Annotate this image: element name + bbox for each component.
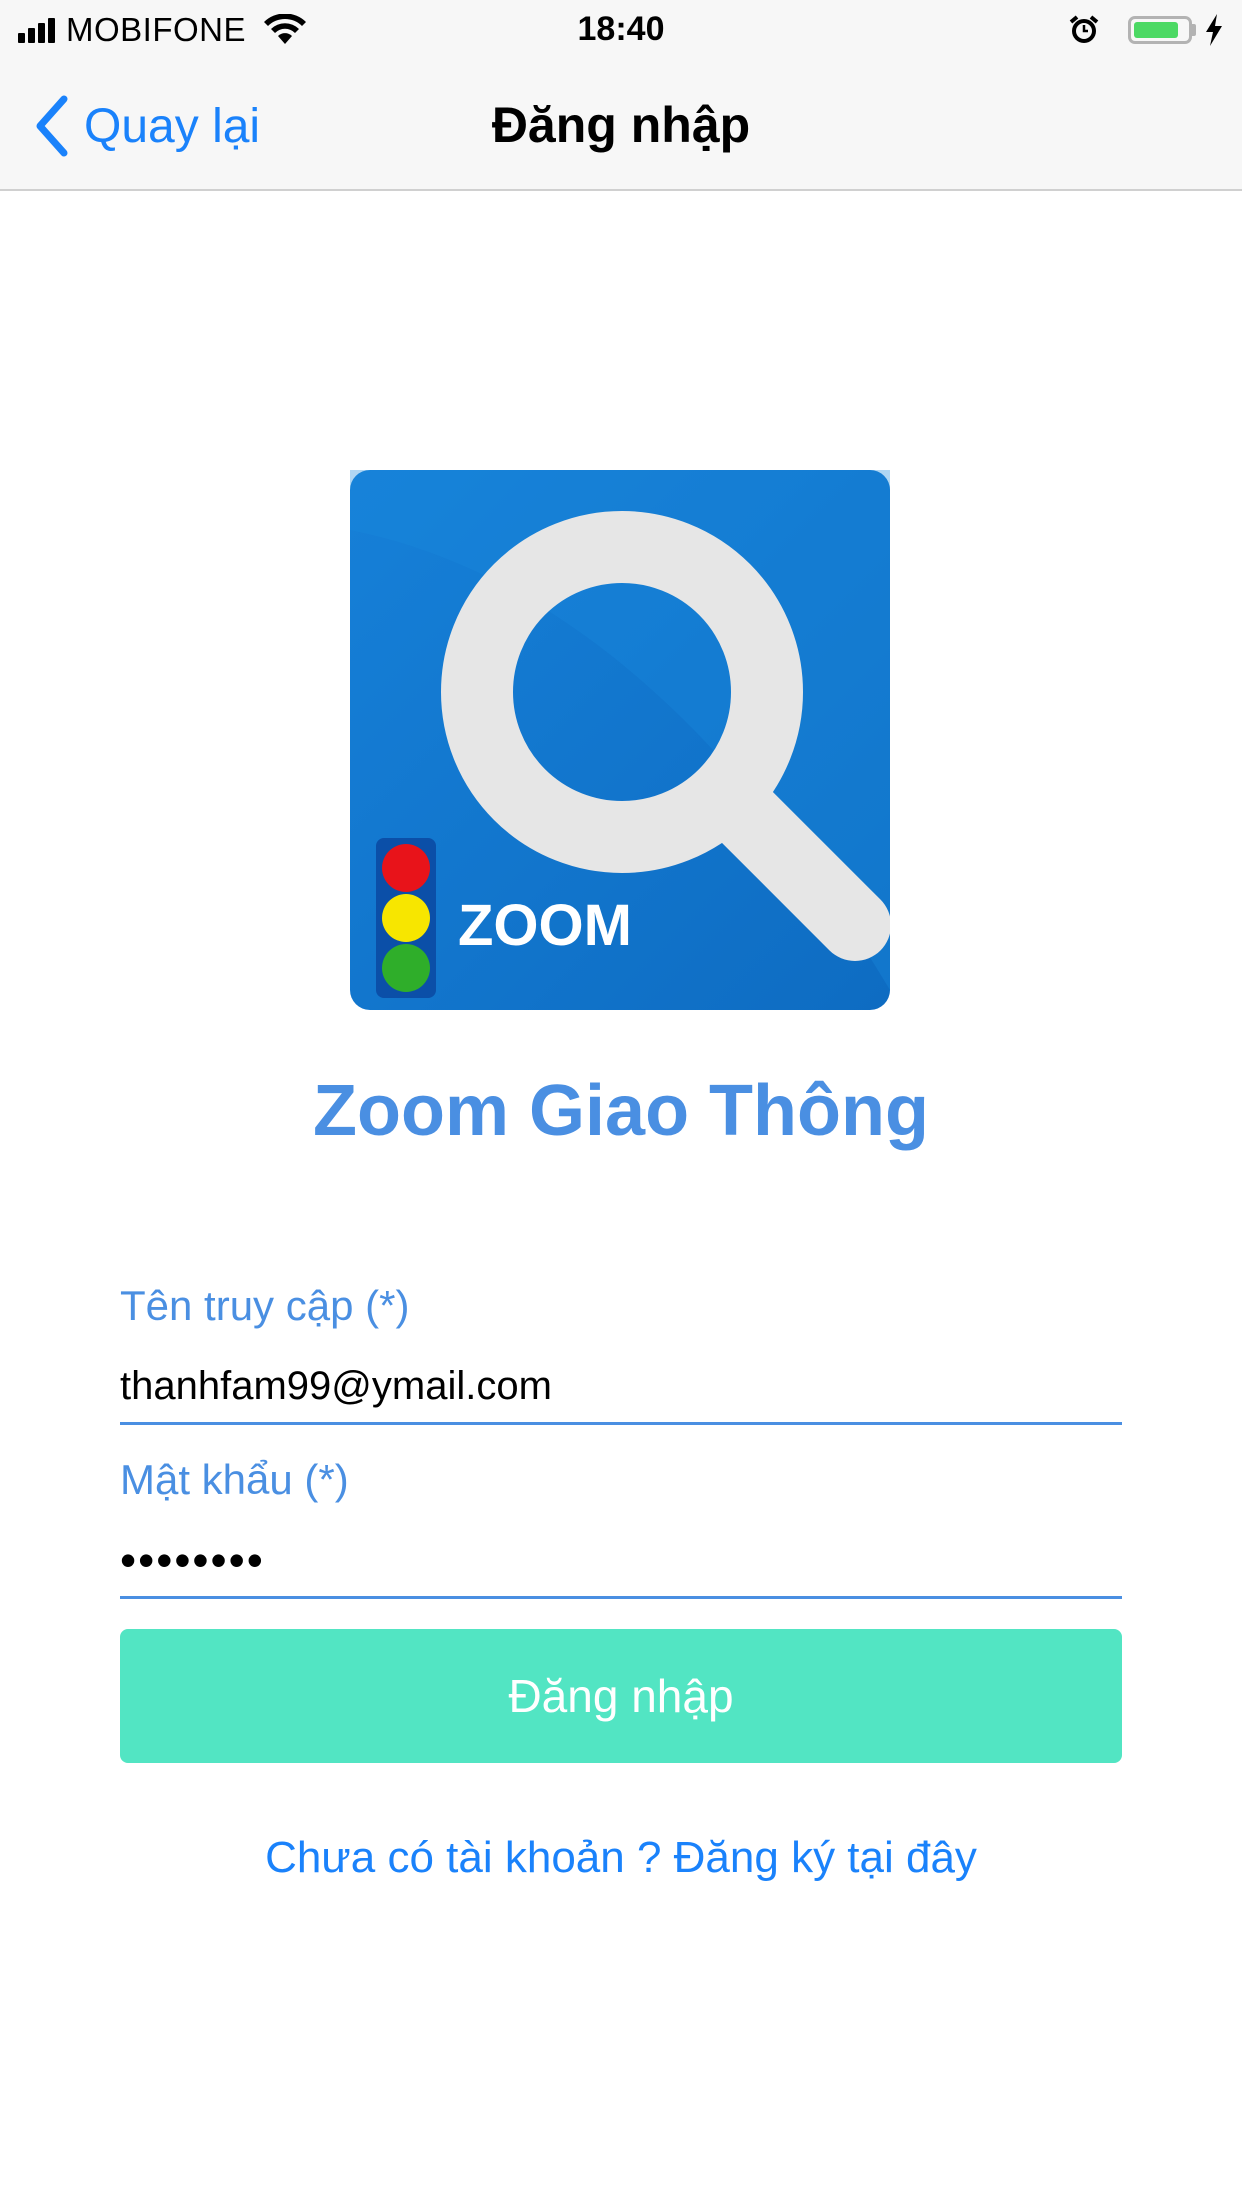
page-title: Đăng nhập	[491, 97, 751, 153]
traffic-light-green	[382, 944, 430, 992]
traffic-light-red	[382, 844, 430, 892]
login-button[interactable]: Đăng nhập	[120, 1629, 1122, 1763]
status-time: 18:40	[577, 10, 665, 48]
battery-nub	[1192, 24, 1196, 36]
status-right	[1068, 12, 1224, 48]
password-field[interactable]: Mật khẩu (*) ••••••••	[120, 1456, 1122, 1599]
logo-text: ZOOM	[458, 893, 632, 958]
register-link[interactable]: Chưa có tài khoản ? Đăng ký tại đây	[0, 1833, 1242, 1883]
app-title: Zoom Giao Thông	[313, 1071, 929, 1151]
login-screen: MOBIFONE 18:40 Quay lại Đăng nhập ZOOM Z…	[0, 0, 1242, 2208]
charging-bolt-icon	[1206, 14, 1222, 46]
password-label: Mật khẩu (*)	[120, 1456, 349, 1503]
password-underline	[120, 1596, 1122, 1599]
app-logo: ZOOM	[350, 470, 890, 1010]
password-input[interactable]: ••••••••	[120, 1534, 1122, 1586]
username-field[interactable]: Tên truy cập (*) thanhfam99@ymail.com	[120, 1282, 1122, 1425]
battery-icon	[1128, 16, 1192, 44]
traffic-light-yellow	[382, 894, 430, 942]
navigation-bar: Quay lại Đăng nhập	[0, 60, 1242, 191]
username-input[interactable]: thanhfam99@ymail.com	[120, 1360, 1122, 1412]
battery-level-fill	[1134, 22, 1179, 38]
alarm-clock-icon	[1069, 15, 1099, 43]
login-button-label: Đăng nhập	[508, 1670, 734, 1722]
status-bar: MOBIFONE 18:40	[0, 0, 1242, 60]
username-underline	[120, 1422, 1122, 1425]
username-label: Tên truy cập (*)	[120, 1282, 410, 1329]
